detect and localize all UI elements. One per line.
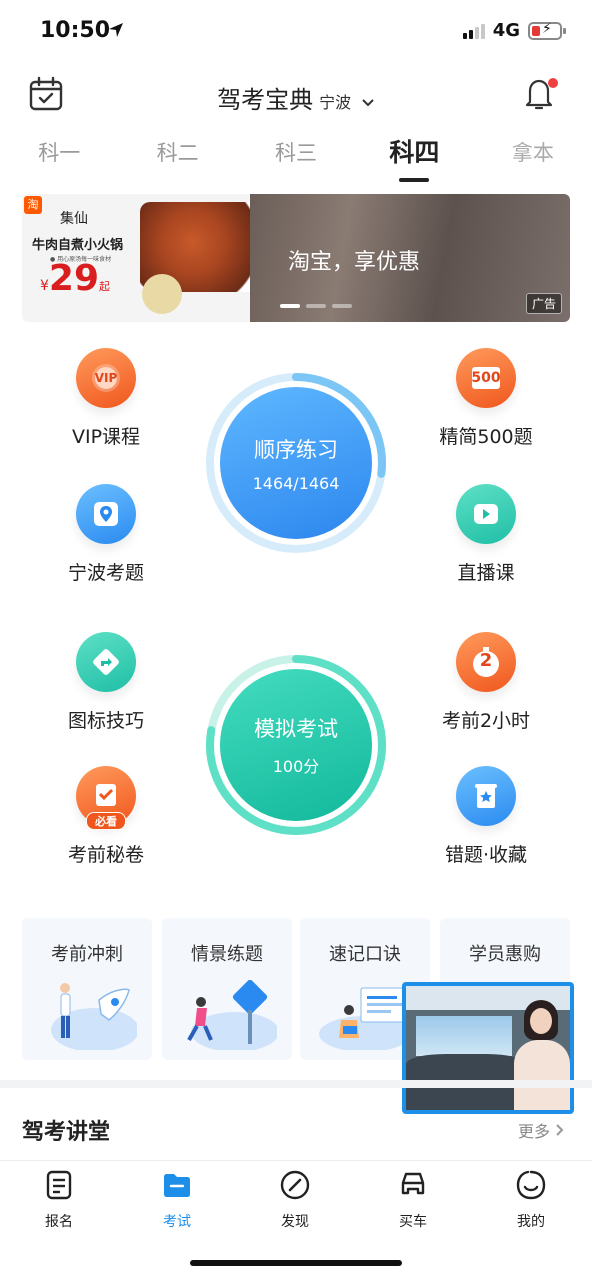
mock-exam-button[interactable]: 模拟考试 100分 xyxy=(205,654,387,836)
card-scenario-label: 情景练题 xyxy=(191,944,263,965)
stopwatch-icon: 2 xyxy=(456,632,516,692)
exam-title: 模拟考试 xyxy=(254,717,338,741)
jingjian-500-label: 精简500题 xyxy=(439,426,533,448)
tab-naben[interactable]: 拿本 xyxy=(474,136,592,176)
card-mnemonics-label: 速记口诀 xyxy=(329,944,401,965)
sign-tips-button[interactable]: 图标技巧 xyxy=(36,632,176,733)
nav-discover-label: 发现 xyxy=(281,1214,309,1230)
notification-dot xyxy=(548,78,558,88)
home-indicator xyxy=(190,1260,402,1266)
tab-ke-1[interactable]: 科一 xyxy=(0,136,118,176)
exam-score: 100分 xyxy=(272,757,320,776)
tab-ke-3[interactable]: 科三 xyxy=(237,136,355,176)
video-camera-icon xyxy=(456,484,516,544)
card-student-deals-label: 学员惠购 xyxy=(469,944,541,965)
ad-banner-slide: 淘宝，享优惠 广告 xyxy=(250,194,570,322)
jingjian-500-button[interactable]: 500 精简500题 xyxy=(416,348,556,449)
subject-tabs: 科一 科二 科三 科四 拿本 xyxy=(0,136,592,182)
walking-sign-illustration xyxy=(187,980,277,1050)
status-time: 10:50 xyxy=(40,18,111,43)
nav-signup-label: 报名 xyxy=(45,1214,73,1230)
card-sprint-label: 考前冲刺 xyxy=(51,944,123,965)
secret-paper-label: 考前秘卷 xyxy=(67,844,144,866)
section-title: 驾考讲堂 xyxy=(22,1120,111,1145)
nav-discover[interactable]: 发现 xyxy=(236,1169,354,1231)
wrong-favorites-label: 错题·收藏 xyxy=(444,844,528,866)
vip-icon: VIP xyxy=(76,348,136,408)
chevron-right-icon xyxy=(556,1124,564,1136)
more-link[interactable]: 更多 xyxy=(518,1118,565,1142)
signal-icon xyxy=(462,23,485,39)
clipboard-check-icon: 必看 xyxy=(76,766,136,830)
taobao-badge: 淘 xyxy=(24,196,42,214)
direction-sign-icon xyxy=(76,632,136,692)
app-screen: 10:50 4G ⚡ 驾考宝典 宁波 科一 科二 科三 科四 拿本 淘 集仙 牛… xyxy=(0,0,592,1280)
sign-tips-label: 图标技巧 xyxy=(67,710,144,732)
practice-progress: 1464/1464 xyxy=(252,473,340,493)
nav-exam-label: 考试 xyxy=(163,1214,191,1230)
ad-tag: 广告 xyxy=(525,293,562,314)
carousel-dots xyxy=(280,304,352,308)
nav-mine[interactable]: 我的 xyxy=(472,1169,590,1231)
section-divider xyxy=(0,1080,592,1088)
nav-buy-car-label: 买车 xyxy=(399,1214,427,1230)
live-class-button[interactable]: 直播课 xyxy=(416,484,556,585)
practice-circle: 顺序练习 1464/1464 xyxy=(216,383,376,543)
wrong-favorites-button[interactable]: 错题·收藏 xyxy=(416,766,556,867)
ad-headline: 淘宝，享优惠 xyxy=(288,250,421,275)
nav-buy-car[interactable]: 买车 xyxy=(354,1169,472,1231)
floating-video-player[interactable] xyxy=(402,982,574,1114)
status-indicators: 4G ⚡ xyxy=(462,20,566,41)
compass-icon xyxy=(280,1170,310,1200)
tab-ke-4[interactable]: 科四 xyxy=(355,136,473,182)
live-class-label: 直播课 xyxy=(457,562,515,584)
tab-ke-2[interactable]: 科二 xyxy=(118,136,236,176)
ad-price: ¥29起 xyxy=(40,258,111,299)
500-icon: 500 xyxy=(456,348,516,408)
car-icon xyxy=(401,1172,425,1195)
two-hours-button[interactable]: 2 考前2小时 xyxy=(416,632,556,733)
location-arrow-icon xyxy=(108,22,124,42)
ad-banner[interactable]: 淘 集仙 牛肉自煮小火锅 ● 用心原汤每一味食材 ¥29起 淘宝，享优惠 广告 xyxy=(22,194,570,322)
document-icon xyxy=(46,1170,72,1200)
smile-icon xyxy=(516,1170,546,1200)
nav-exam[interactable]: 考试 xyxy=(118,1169,236,1231)
ad-product-image: 淘 集仙 牛肉自煮小火锅 ● 用心原汤每一味食材 ¥29起 xyxy=(22,194,272,322)
app-title-bar[interactable]: 驾考宝典 宁波 xyxy=(0,80,592,115)
sequential-practice-button[interactable]: 顺序练习 1464/1464 xyxy=(205,372,387,554)
nav-signup[interactable]: 报名 xyxy=(0,1169,118,1231)
nav-mine-label: 我的 xyxy=(517,1214,545,1230)
rocket-illustration xyxy=(51,983,137,1050)
card-scenario[interactable]: 情景练题 xyxy=(162,918,292,1060)
star-bookmark-icon xyxy=(456,766,516,826)
battery-icon: ⚡ xyxy=(528,21,566,40)
ad-brand: 集仙 xyxy=(60,211,88,227)
video-frame xyxy=(406,986,570,1110)
ningbo-questions-label: 宁波考题 xyxy=(67,562,144,584)
reading-illustration xyxy=(319,987,412,1050)
garnish-image xyxy=(142,274,182,314)
location-pin-icon xyxy=(76,484,136,544)
practice-title: 顺序练习 xyxy=(254,437,338,462)
secret-paper-button[interactable]: 必看 考前秘卷 xyxy=(36,766,176,867)
city-selector[interactable]: 宁波 xyxy=(319,93,351,112)
chevron-down-icon xyxy=(362,99,374,107)
exam-circle: 模拟考试 100分 xyxy=(216,665,376,825)
ningbo-questions-button[interactable]: 宁波考题 xyxy=(36,484,176,585)
must-see-badge: 必看 xyxy=(86,812,126,830)
card-sprint[interactable]: 考前冲刺 xyxy=(22,918,152,1060)
vip-course-label: VIP课程 xyxy=(71,426,141,448)
folder-icon xyxy=(164,1174,190,1197)
vip-course-button[interactable]: VIP VIP课程 xyxy=(36,348,176,449)
ad-product-name: 牛肉自煮小火锅 xyxy=(32,238,124,253)
network-type: 4G xyxy=(492,20,520,41)
two-hours-label: 考前2小时 xyxy=(441,710,531,732)
app-title: 驾考宝典 xyxy=(217,86,314,114)
